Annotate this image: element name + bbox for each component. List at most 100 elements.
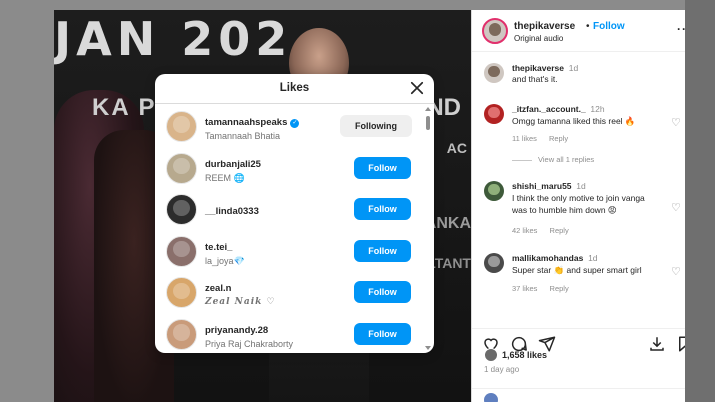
liker-row: te.tei_ la_joya💎 Follow: [155, 233, 423, 274]
liker-full-name: la_joya💎: [205, 255, 245, 266]
follow-button[interactable]: Follow: [354, 239, 411, 262]
liker-username[interactable]: priyanandy.28: [205, 325, 268, 336]
liker-username-text[interactable]: zeal.n: [205, 283, 231, 294]
reply-button[interactable]: Reply: [550, 226, 569, 235]
comment-text: Super star 👏 and super smart girl: [512, 265, 642, 275]
close-icon[interactable]: [408, 79, 426, 97]
comment-username[interactable]: _itzfan._account._: [512, 104, 586, 114]
avatar-face: [488, 184, 500, 196]
liker-username[interactable]: durbanjali25: [205, 159, 261, 170]
avatar-face: [488, 107, 500, 119]
comment-username[interactable]: mallikamohandas: [512, 253, 583, 263]
liker-avatar[interactable]: [166, 194, 197, 226]
author-avatar[interactable]: [482, 18, 508, 44]
reply-button[interactable]: Reply: [549, 134, 568, 143]
reply-button[interactable]: Reply: [550, 284, 569, 293]
liker-username[interactable]: __linda0333: [205, 206, 259, 217]
avatar-face: [173, 116, 190, 133]
avatar-face: [488, 23, 502, 36]
follow-button[interactable]: Follow: [354, 281, 411, 304]
liker-username-text[interactable]: __linda0333: [205, 206, 259, 217]
comment-username[interactable]: shishi_maru55: [512, 181, 572, 191]
avatar-face: [488, 256, 500, 268]
comment-avatar[interactable]: [484, 181, 504, 201]
likes-scroll-thumb[interactable]: [426, 116, 430, 130]
following-button[interactable]: Following: [340, 115, 412, 137]
liker-full-name: Tamannaah Bhatia: [205, 131, 281, 141]
follow-author-button[interactable]: Follow: [593, 21, 625, 32]
liker-full-name: Priya Raj Chakraborty: [205, 339, 294, 349]
comment-likes[interactable]: 37 likes: [512, 284, 537, 293]
post-side-panel: thepikaverse • Follow Original audio ···…: [471, 10, 702, 402]
verified-badge-icon: ✓: [290, 119, 300, 128]
liker-username[interactable]: zeal.n: [205, 283, 231, 294]
follow-button[interactable]: Follow: [354, 198, 411, 221]
comment-author[interactable]: _itzfan._account._ 12h: [512, 104, 605, 114]
comment-time: 12h: [590, 104, 605, 114]
view-replies-link[interactable]: View all 1 replies: [512, 155, 594, 164]
download-icon[interactable]: [648, 335, 666, 353]
liker-avatar[interactable]: [166, 277, 197, 309]
header-separator: •: [586, 21, 590, 32]
like-comment-heart-icon[interactable]: ♡: [671, 116, 681, 129]
comment-meta: 42 likes Reply: [512, 226, 579, 235]
liker-avatar: [484, 348, 498, 362]
liker-row: priyanandy.28 Priya Raj Chakraborty Follow: [155, 316, 423, 353]
post-header: thepikaverse • Follow Original audio ···: [472, 10, 702, 52]
comment-author[interactable]: thepikaverse 1d: [512, 63, 578, 73]
liker-full-name: Zeal Naik ♡: [205, 297, 276, 308]
liker-avatar[interactable]: [166, 235, 197, 267]
post-date: 1 day ago: [484, 365, 520, 374]
video-banner-text: JAN 202: [54, 12, 293, 66]
author-username[interactable]: thepikaverse: [514, 21, 575, 32]
comment-time: 1d: [568, 63, 579, 73]
comment-likes[interactable]: 11 likes: [512, 134, 537, 143]
liker-username[interactable]: tamannaahspeaks ✓: [205, 117, 300, 128]
comment-meta: 37 likes Reply: [512, 284, 579, 293]
liker-username-text[interactable]: priyanandy.28: [205, 325, 268, 336]
likes-modal: Likes tamannaahspeaks ✓ Tamannaah Bhatia Fo…: [155, 74, 434, 353]
comment-avatar[interactable]: [484, 63, 504, 83]
comment-avatar[interactable]: [484, 104, 504, 124]
liker-row: durbanjali25 REEM 🌐 Follow: [155, 150, 423, 191]
follow-button[interactable]: Follow: [354, 323, 411, 345]
avatar-face: [173, 199, 190, 216]
comment-text: I think the only motive to join vanga wa…: [512, 193, 645, 215]
scroll-up-arrow[interactable]: [425, 107, 431, 111]
comment-author[interactable]: shishi_maru55 1d: [512, 181, 586, 191]
comment-username[interactable]: thepikaverse: [512, 63, 564, 73]
liker-avatar[interactable]: [166, 319, 197, 350]
avatar-face: [173, 282, 190, 299]
video-banner-r1: AC: [446, 140, 467, 156]
comment-text: Omgg tamanna liked this reel 🔥: [512, 116, 636, 126]
avatar-face: [173, 241, 190, 258]
likes-modal-title: Likes: [279, 82, 310, 94]
likes-count[interactable]: 1,658 likes: [502, 350, 547, 360]
scroll-down-arrow[interactable]: [425, 346, 431, 350]
add-comment-bar: [472, 388, 702, 402]
backdrop-right-edge: [685, 0, 715, 402]
liker-avatar[interactable]: [166, 111, 197, 142]
avatar-face: [173, 157, 190, 175]
avatar-face: [488, 66, 500, 78]
like-comment-heart-icon[interactable]: ♡: [671, 265, 681, 278]
liker-row: __linda0333 Follow: [155, 191, 423, 232]
comment-meta: 11 likes Reply: [512, 134, 578, 143]
comment-text: and that's it.: [512, 74, 558, 84]
liker-username-text[interactable]: durbanjali25: [205, 159, 261, 170]
comment-avatar[interactable]: [484, 253, 504, 273]
comment-time: 1d: [588, 253, 598, 263]
comment-author[interactable]: mallikamohandas 1d: [512, 253, 598, 263]
comment-time: 1d: [576, 181, 586, 191]
liker-avatar[interactable]: [166, 152, 197, 184]
current-user-avatar: [484, 393, 498, 402]
audio-label[interactable]: Original audio: [514, 34, 563, 43]
liker-username-text[interactable]: te.tei_: [205, 242, 232, 253]
like-comment-heart-icon[interactable]: ♡: [671, 201, 681, 214]
comment-likes[interactable]: 42 likes: [512, 226, 537, 235]
liker-username-text[interactable]: tamannaahspeaks: [205, 117, 287, 128]
liker-full-name: REEM 🌐: [205, 172, 245, 183]
follow-button[interactable]: Follow: [354, 156, 411, 179]
liker-username[interactable]: te.tei_: [205, 242, 232, 253]
liker-row: zeal.n Zeal Naik ♡ Follow: [155, 274, 423, 315]
